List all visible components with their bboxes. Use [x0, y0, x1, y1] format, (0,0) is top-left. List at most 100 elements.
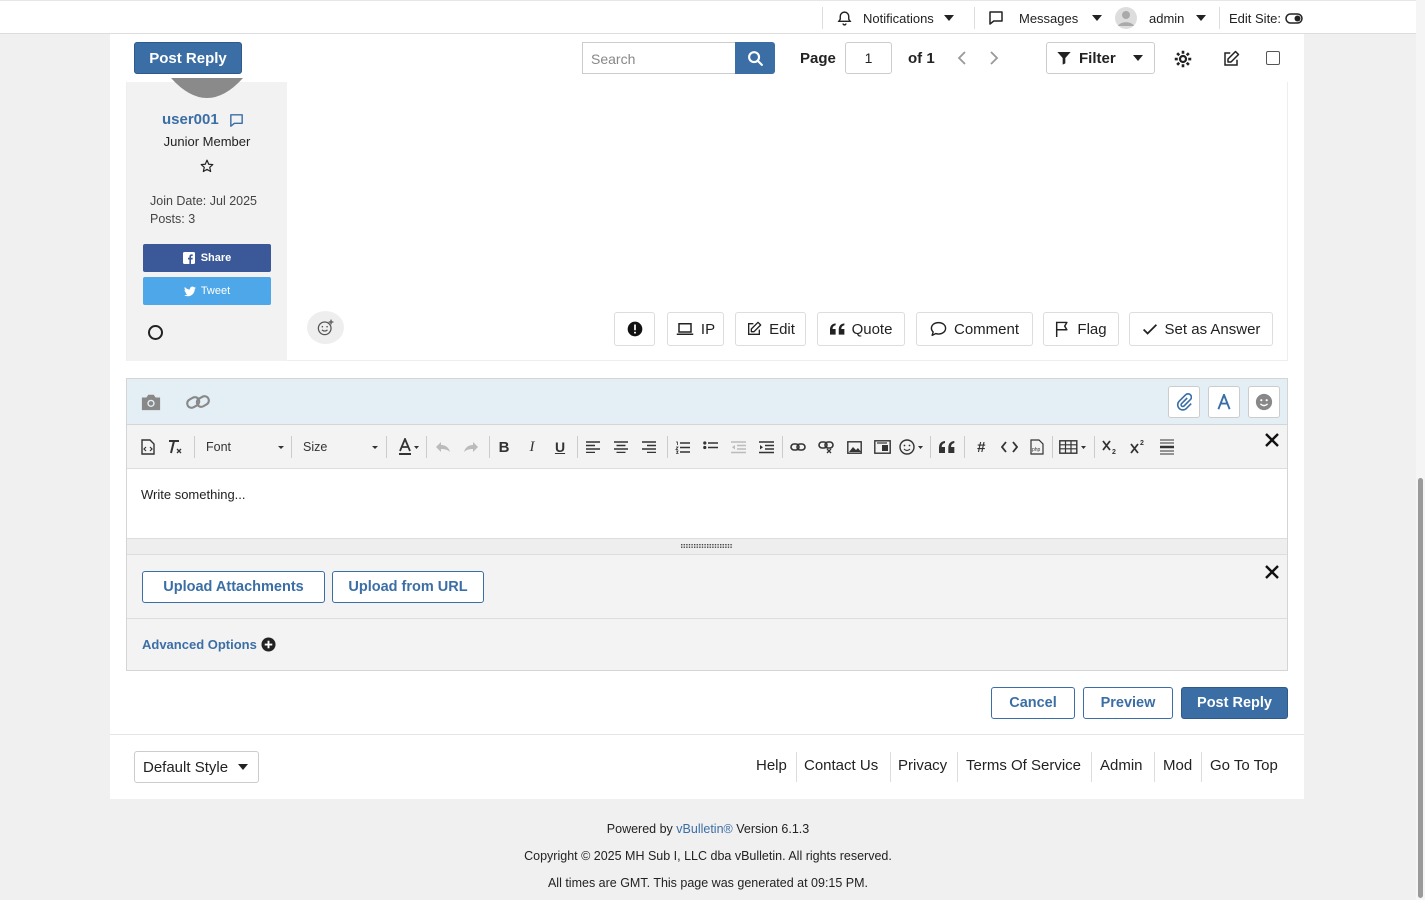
prev-page-button[interactable] — [952, 49, 972, 67]
set-as-answer-button[interactable]: Set as Answer — [1129, 312, 1273, 346]
flag-button[interactable]: Flag — [1043, 312, 1119, 346]
horizontal-rule-icon[interactable] — [1157, 437, 1177, 457]
edit-site-toggle[interactable]: Edit Site: — [1229, 1, 1303, 35]
quote-button[interactable]: Quote — [817, 312, 905, 346]
user-menu[interactable]: admin — [1115, 1, 1207, 35]
message-user-icon[interactable] — [228, 112, 245, 129]
search-icon — [747, 50, 763, 66]
align-left-icon[interactable] — [583, 437, 603, 457]
select-checkbox[interactable] — [1266, 51, 1280, 65]
italic-icon[interactable]: I — [522, 437, 542, 457]
comment-button[interactable]: Comment — [916, 312, 1033, 346]
image-icon[interactable] — [844, 437, 864, 457]
divider — [890, 752, 891, 782]
indent-icon[interactable] — [756, 437, 776, 457]
divider — [974, 7, 975, 29]
search-input[interactable]: Search — [582, 42, 736, 74]
align-center-icon[interactable] — [611, 437, 631, 457]
table-dropdown-icon[interactable] — [1059, 437, 1089, 457]
footer-link-terms[interactable]: Terms Of Service — [966, 757, 1081, 774]
scrollbar-thumb[interactable] — [1418, 478, 1423, 898]
close-icon[interactable] — [1265, 565, 1279, 579]
upload-panel: Upload Attachments Upload from URL — [127, 555, 1287, 619]
code-icon[interactable] — [999, 437, 1019, 457]
source-icon[interactable] — [138, 437, 158, 457]
post-reply-button[interactable]: Post Reply — [1181, 687, 1288, 719]
facebook-share-button[interactable]: Share — [143, 244, 271, 272]
php-icon[interactable]: php — [1027, 437, 1047, 457]
close-toolbar-icon[interactable] — [1262, 430, 1282, 450]
size-select[interactable]: Size — [303, 435, 378, 459]
undo-icon[interactable] — [433, 437, 453, 457]
align-right-icon[interactable] — [639, 437, 659, 457]
notifications-menu[interactable]: Notifications — [836, 1, 954, 35]
divider — [489, 436, 490, 458]
footer-link-privacy[interactable]: Privacy — [898, 757, 947, 774]
paperclip-icon — [1176, 393, 1192, 411]
footer-bar: Default Style Help Contact Us Privacy Te… — [110, 734, 1304, 799]
underline-icon[interactable]: U — [550, 437, 570, 457]
attachment-button[interactable] — [1168, 386, 1200, 418]
ordered-list-icon[interactable] — [672, 437, 692, 457]
unlink-icon[interactable] — [816, 437, 836, 457]
emoticon-dropdown-icon[interactable] — [899, 437, 925, 457]
messages-menu[interactable]: Messages — [987, 1, 1103, 35]
camera-icon[interactable] — [140, 392, 162, 412]
editor-textarea[interactable]: Write something... — [127, 469, 1287, 539]
superscript-icon[interactable]: 2 — [1129, 437, 1149, 457]
edit-post-button[interactable]: Edit — [735, 312, 806, 346]
bold-icon[interactable]: B — [494, 437, 514, 457]
remove-format-icon[interactable] — [165, 437, 185, 457]
footer-link-mod[interactable]: Mod — [1163, 757, 1192, 774]
checkmark-icon — [1142, 323, 1157, 335]
filter-icon — [1057, 52, 1071, 65]
footer-link-go-to-top[interactable]: Go To Top — [1210, 757, 1278, 774]
next-page-button[interactable] — [984, 49, 1004, 67]
footer-link-help[interactable]: Help — [756, 757, 787, 774]
page-number-input[interactable]: 1 — [845, 42, 892, 74]
advanced-options-toggle[interactable]: Advanced Options — [142, 637, 276, 652]
preview-button[interactable]: Preview — [1083, 687, 1173, 719]
pencil-square-icon — [1224, 50, 1240, 66]
vbulletin-link[interactable]: vBulletin® — [676, 822, 732, 836]
twitter-tweet-button[interactable]: Tweet — [143, 277, 271, 305]
scrollbar[interactable] — [1416, 0, 1425, 900]
footer-link-admin[interactable]: Admin — [1100, 757, 1143, 774]
insert-link-icon[interactable] — [788, 437, 808, 457]
editor-header — [127, 379, 1287, 425]
username-link[interactable]: user001 — [162, 111, 219, 128]
post-reply-top-button[interactable]: Post Reply — [134, 42, 242, 74]
ip-button[interactable]: IP — [667, 312, 724, 346]
hashtag-icon[interactable]: # — [971, 437, 991, 457]
text-format-button[interactable] — [1208, 386, 1240, 418]
font-select[interactable]: Font — [206, 435, 284, 459]
cancel-button[interactable]: Cancel — [991, 687, 1075, 719]
report-button[interactable] — [614, 312, 655, 346]
filter-button[interactable]: Filter — [1046, 42, 1155, 74]
resize-handle[interactable] — [127, 539, 1287, 555]
exclamation-icon — [627, 321, 642, 337]
quote-label: Quote — [851, 320, 893, 338]
outdent-icon[interactable] — [728, 437, 748, 457]
add-reaction-button[interactable] — [307, 311, 344, 344]
smiley-icon — [1255, 393, 1273, 411]
settings-button[interactable] — [1172, 48, 1194, 70]
subscript-icon[interactable]: 2 — [1101, 437, 1121, 457]
redo-icon[interactable] — [461, 437, 481, 457]
upload-from-url-button[interactable]: Upload from URL — [332, 571, 484, 603]
edit-button[interactable] — [1220, 48, 1242, 70]
unordered-list-icon[interactable] — [700, 437, 720, 457]
emoji-button[interactable] — [1248, 386, 1280, 418]
media-icon[interactable] — [872, 437, 892, 457]
search-button[interactable] — [735, 42, 775, 74]
blockquote-icon[interactable] — [937, 437, 957, 457]
divider — [1201, 752, 1202, 782]
style-select[interactable]: Default Style — [134, 751, 259, 783]
text-color-icon[interactable] — [397, 437, 421, 457]
editor-toolbar: Font Size B I U # php 2 2 — [127, 425, 1287, 469]
footer-link-contact-us[interactable]: Contact Us — [804, 757, 878, 774]
link-icon[interactable] — [185, 391, 212, 413]
divider — [1091, 752, 1092, 782]
upload-attachments-button[interactable]: Upload Attachments — [142, 571, 325, 603]
version-label: Version 6.1.3 — [736, 822, 810, 836]
